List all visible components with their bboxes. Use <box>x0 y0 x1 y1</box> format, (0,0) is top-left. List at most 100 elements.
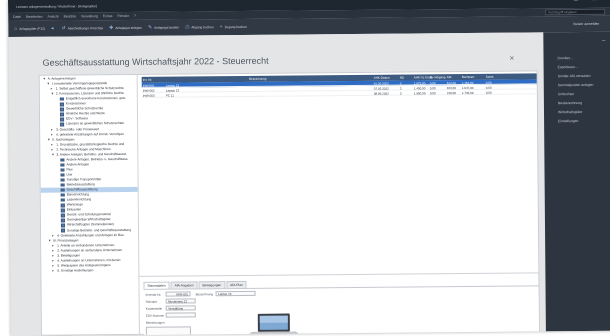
notes-label: Bemerkungen <box>145 320 165 325</box>
toolbar-item-2[interactable]: ↺ Abschreibungs-Vorschau <box>61 25 103 31</box>
asset-group-icon <box>60 163 65 167</box>
edv-number-field[interactable] <box>165 312 196 318</box>
table-cell: 1.047,00 <box>461 85 474 90</box>
asset-group-icon <box>60 158 65 162</box>
menu-berichte[interactable]: Berichte <box>64 14 76 18</box>
asset-group-icon <box>60 188 65 192</box>
toolbar-item-label: Abgang buchen <box>191 25 214 30</box>
right-panel-item-2[interactable]: Sonder-AfA verwalten <box>558 74 591 78</box>
name-label: Bezeichnung <box>195 292 213 297</box>
table-cell: IHW-001 <box>142 83 155 88</box>
right-panel-item-5[interactable]: Neuberechnung <box>558 101 582 105</box>
table-cell: Laptop 13 <box>165 88 180 93</box>
toolbar-item-label: Anlagegut ändern <box>154 25 180 30</box>
name-field[interactable]: Laptop 15 <box>215 290 256 297</box>
table-cell: PC 11 <box>165 93 174 98</box>
minimize-icon[interactable]: — <box>556 0 562 4</box>
collapse-panel-icon[interactable]: ‒ <box>602 38 605 44</box>
table-cell: 0,00 <box>485 90 492 95</box>
column-header[interactable]: Zu-/Abgang <box>430 75 446 79</box>
right-panel-item-6[interactable]: Wirtschaftsgüter <box>558 110 583 114</box>
menu-help[interactable]: ? <box>134 14 136 18</box>
table-cell: 512,00 <box>446 80 456 85</box>
table-cell: 403,00 <box>446 85 456 90</box>
toolbar-item-3[interactable]: ✚ Anlagegut anlegen <box>109 25 142 31</box>
table-cell: 01.02.2022 <box>373 81 389 86</box>
right-panel-item-0[interactable]: Drucken... <box>558 56 573 60</box>
menu-extras[interactable]: Extras <box>103 14 113 18</box>
toolbar-item-4[interactable]: ✎ Anlagegut ändern <box>148 25 179 31</box>
toolbar-item-label: Anlagegut anlegen <box>115 25 142 31</box>
asset-table: Inv.-Nr. Bezeichnung AHK-Datum ND AHK-Vj.-En… <box>141 73 537 98</box>
table-cell: 1.450,00 <box>413 85 426 90</box>
asset-group-icon <box>60 228 66 233</box>
toolbar-item-label: Anlagegüter (F12) <box>19 26 46 31</box>
toolbar-item-5[interactable]: ⎙ Abgang buchen <box>185 24 213 30</box>
application-window: Lexware anlagenverwaltung / Musterfirma … <box>8 0 610 336</box>
expand-icon[interactable]: ▸ <box>52 268 55 273</box>
column-header[interactable]: Sonst. <box>486 74 495 78</box>
table-cell: 0,00 <box>485 85 492 90</box>
column-header[interactable]: ND <box>400 75 404 79</box>
detail-splitter[interactable] <box>139 272 539 277</box>
cost-center-label: Kostenstelle <box>145 306 163 311</box>
column-header[interactable]: Buchwert <box>462 75 475 79</box>
menu-verwaltung[interactable]: Verwaltung <box>81 14 98 18</box>
table-cell: 0,00 <box>429 90 436 95</box>
search-input[interactable]: Suchbegriff eingeben <box>545 8 606 16</box>
new-icon: ✚ <box>109 25 114 32</box>
menu-ansicht[interactable]: Ansicht <box>47 15 58 19</box>
table-cell: 1.732,00 <box>461 90 474 95</box>
toolbar-item-6[interactable]: + Zugang buchen <box>220 24 247 30</box>
right-panel-item-1[interactable]: Exportieren... <box>558 65 578 69</box>
toolbar-item-1[interactable]: ◂ <box>51 26 56 32</box>
reset-icon: ↺ <box>61 25 66 32</box>
table-cell: Laptop 15 <box>165 83 180 88</box>
close-window-icon[interactable]: ✕ <box>592 0 597 4</box>
home-icon: ⌂ <box>14 25 18 32</box>
menu-datei[interactable]: Datei <box>13 15 21 19</box>
right-panel-item-7[interactable]: Einstellungen <box>558 119 578 123</box>
print-icon: ⎙ <box>185 24 190 31</box>
right-panel-item-3[interactable]: Sammelposten anlegen <box>558 83 594 87</box>
tree-splitter[interactable] <box>136 74 140 336</box>
right-action-panel: ‒ Drucken... Exportieren... Sonder-AfA ver… <box>543 31 610 332</box>
table-cell: 3 <box>399 81 402 86</box>
asset-group-icon <box>60 117 65 122</box>
asset-group-icon <box>60 218 65 223</box>
table-cell: 3 <box>399 86 402 91</box>
location-select[interactable]: Musterweg 12 <box>165 298 196 304</box>
asset-group-icon <box>60 178 65 182</box>
user-login[interactable]: Nutzer anmelden <box>573 22 599 26</box>
notes-textarea[interactable] <box>145 326 191 336</box>
table-cell: IHW-002 <box>142 88 155 93</box>
close-view-icon[interactable]: × <box>509 54 514 63</box>
edv-number-label: EDV-Nummer <box>145 313 165 318</box>
right-panel-item-4[interactable]: Umbuchen <box>558 92 574 96</box>
asset-group-icon <box>59 102 64 107</box>
table-cell: 1.163,00 <box>461 80 474 85</box>
menu-bearbeiten[interactable]: Bearbeiten <box>26 15 42 19</box>
cost-center-select[interactable]: Verwaltung <box>165 305 196 311</box>
edit-icon: ✎ <box>147 24 153 31</box>
asset-group-icon <box>59 107 64 112</box>
toolbar-item-label: Zugang buchen <box>224 24 247 30</box>
table-cell: 1.950,00 <box>413 90 426 95</box>
page-title: Geschäftsausstattung Wirtschaftsjahr 202… <box>42 55 269 68</box>
toolbar-item-0[interactable]: ⌂ Anlagegüter (F12) <box>14 26 45 32</box>
menu-fenster[interactable]: Fenster <box>117 14 129 18</box>
plus-icon: + <box>219 24 223 31</box>
table-cell: 08.09.2022 <box>373 91 389 96</box>
maximize-icon[interactable]: □ <box>574 0 578 4</box>
tree-item[interactable]: ▸ 6. Sonstige Ausleihungen <box>41 268 93 273</box>
column-header[interactable]: AHK-Datum <box>374 75 390 79</box>
asset-group-icon <box>60 213 65 218</box>
toolbar-item-label: Abschreibungs-Vorschau <box>67 26 104 31</box>
table-cell: 1.675,00 <box>413 80 426 85</box>
table-cell: IHW-003 <box>142 93 155 98</box>
category-tree: ▼ A. Anlagevermögen ▼ I. Immaterielle Vermö… <box>40 75 139 276</box>
column-header[interactable]: AfA <box>447 75 452 79</box>
inventory-number-field[interactable]: IHW-001 <box>165 291 191 297</box>
table-cell: 0,00 <box>485 80 492 85</box>
window-title: Lexware anlagenverwaltung / Musterfirma … <box>16 3 98 9</box>
